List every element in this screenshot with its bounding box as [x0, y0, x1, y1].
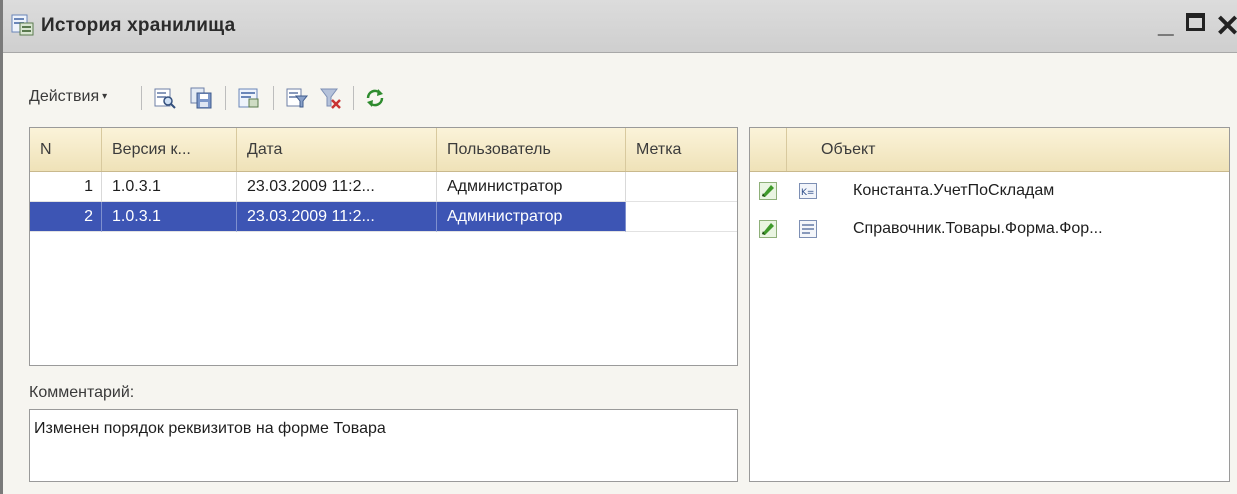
actions-menu-button[interactable]: Действия ▾	[29, 88, 107, 106]
view-version-icon[interactable]	[153, 86, 177, 110]
report-icon[interactable]	[237, 86, 261, 110]
cell-user: Администратор	[437, 172, 626, 202]
list-item[interactable]: K= Константа.УчетПоСкладам	[750, 176, 1229, 206]
storage-history-icon	[11, 14, 34, 36]
cell-label	[626, 172, 737, 202]
comment-field[interactable]: Изменен порядок реквизитов на форме Това…	[29, 409, 738, 482]
object-name: Константа.УчетПоСкладам	[853, 182, 1055, 199]
object-name: Справочник.Товары.Форма.Фор...	[853, 220, 1103, 237]
column-header-object[interactable]: Объект	[787, 128, 1229, 171]
toolbar-separator	[273, 86, 274, 110]
list-item[interactable]: Справочник.Товары.Форма.Фор...	[750, 214, 1229, 244]
constant-icon: K=	[799, 183, 817, 199]
cell-n: 1	[30, 172, 102, 202]
objects-table-header: Объект	[750, 128, 1229, 172]
cell-version: 1.0.3.1	[102, 202, 237, 232]
column-header-status[interactable]	[750, 128, 787, 171]
cell-date: 23.03.2009 11:2...	[237, 172, 437, 202]
svg-text:K=: K=	[801, 188, 814, 198]
table-row[interactable]: 1 1.0.3.1 23.03.2009 11:2... Администрат…	[30, 172, 737, 202]
versions-table-header: N Версия к... Дата Пользователь Метка	[30, 128, 737, 172]
column-header-date[interactable]: Дата	[237, 128, 437, 171]
versions-table[interactable]: N Версия к... Дата Пользователь Метка 1 …	[29, 127, 738, 366]
storage-history-window: История хранилища _ ✕ Действия ▾ N Верси…	[0, 0, 1237, 494]
form-icon	[799, 220, 817, 238]
filter-icon[interactable]	[285, 86, 309, 110]
column-header-label[interactable]: Метка	[626, 128, 737, 171]
changed-icon	[759, 182, 777, 200]
cell-version: 1.0.3.1	[102, 172, 237, 202]
changed-icon	[759, 220, 777, 238]
cell-n: 2	[30, 202, 102, 232]
cell-date: 23.03.2009 11:2...	[237, 202, 437, 232]
column-header-user[interactable]: Пользователь	[437, 128, 626, 171]
column-header-n[interactable]: N	[30, 128, 102, 171]
cell-label	[626, 202, 737, 232]
actions-label: Действия	[29, 88, 100, 105]
minimize-button[interactable]: _	[1158, 8, 1174, 38]
window-title: История хранилища	[41, 15, 236, 36]
cell-user: Администратор	[437, 202, 626, 232]
title-bar[interactable]: История хранилища _ ✕	[3, 0, 1237, 53]
comment-label: Комментарий:	[29, 384, 135, 401]
objects-table[interactable]: Объект K= Константа.УчетПоСкладам Справо…	[749, 127, 1230, 482]
chevron-down-icon: ▾	[102, 91, 108, 102]
toolbar-separator	[353, 86, 354, 110]
save-version-icon[interactable]	[189, 86, 213, 110]
clear-filter-icon[interactable]	[319, 86, 343, 110]
refresh-icon[interactable]	[363, 86, 387, 110]
toolbar-separator	[141, 86, 142, 110]
table-row-selected[interactable]: 2 1.0.3.1 23.03.2009 11:2... Администрат…	[30, 202, 737, 232]
close-button[interactable]: ✕	[1215, 12, 1237, 42]
toolbar-separator	[225, 86, 226, 110]
column-header-version[interactable]: Версия к...	[102, 128, 237, 171]
maximize-button[interactable]	[1186, 13, 1205, 31]
